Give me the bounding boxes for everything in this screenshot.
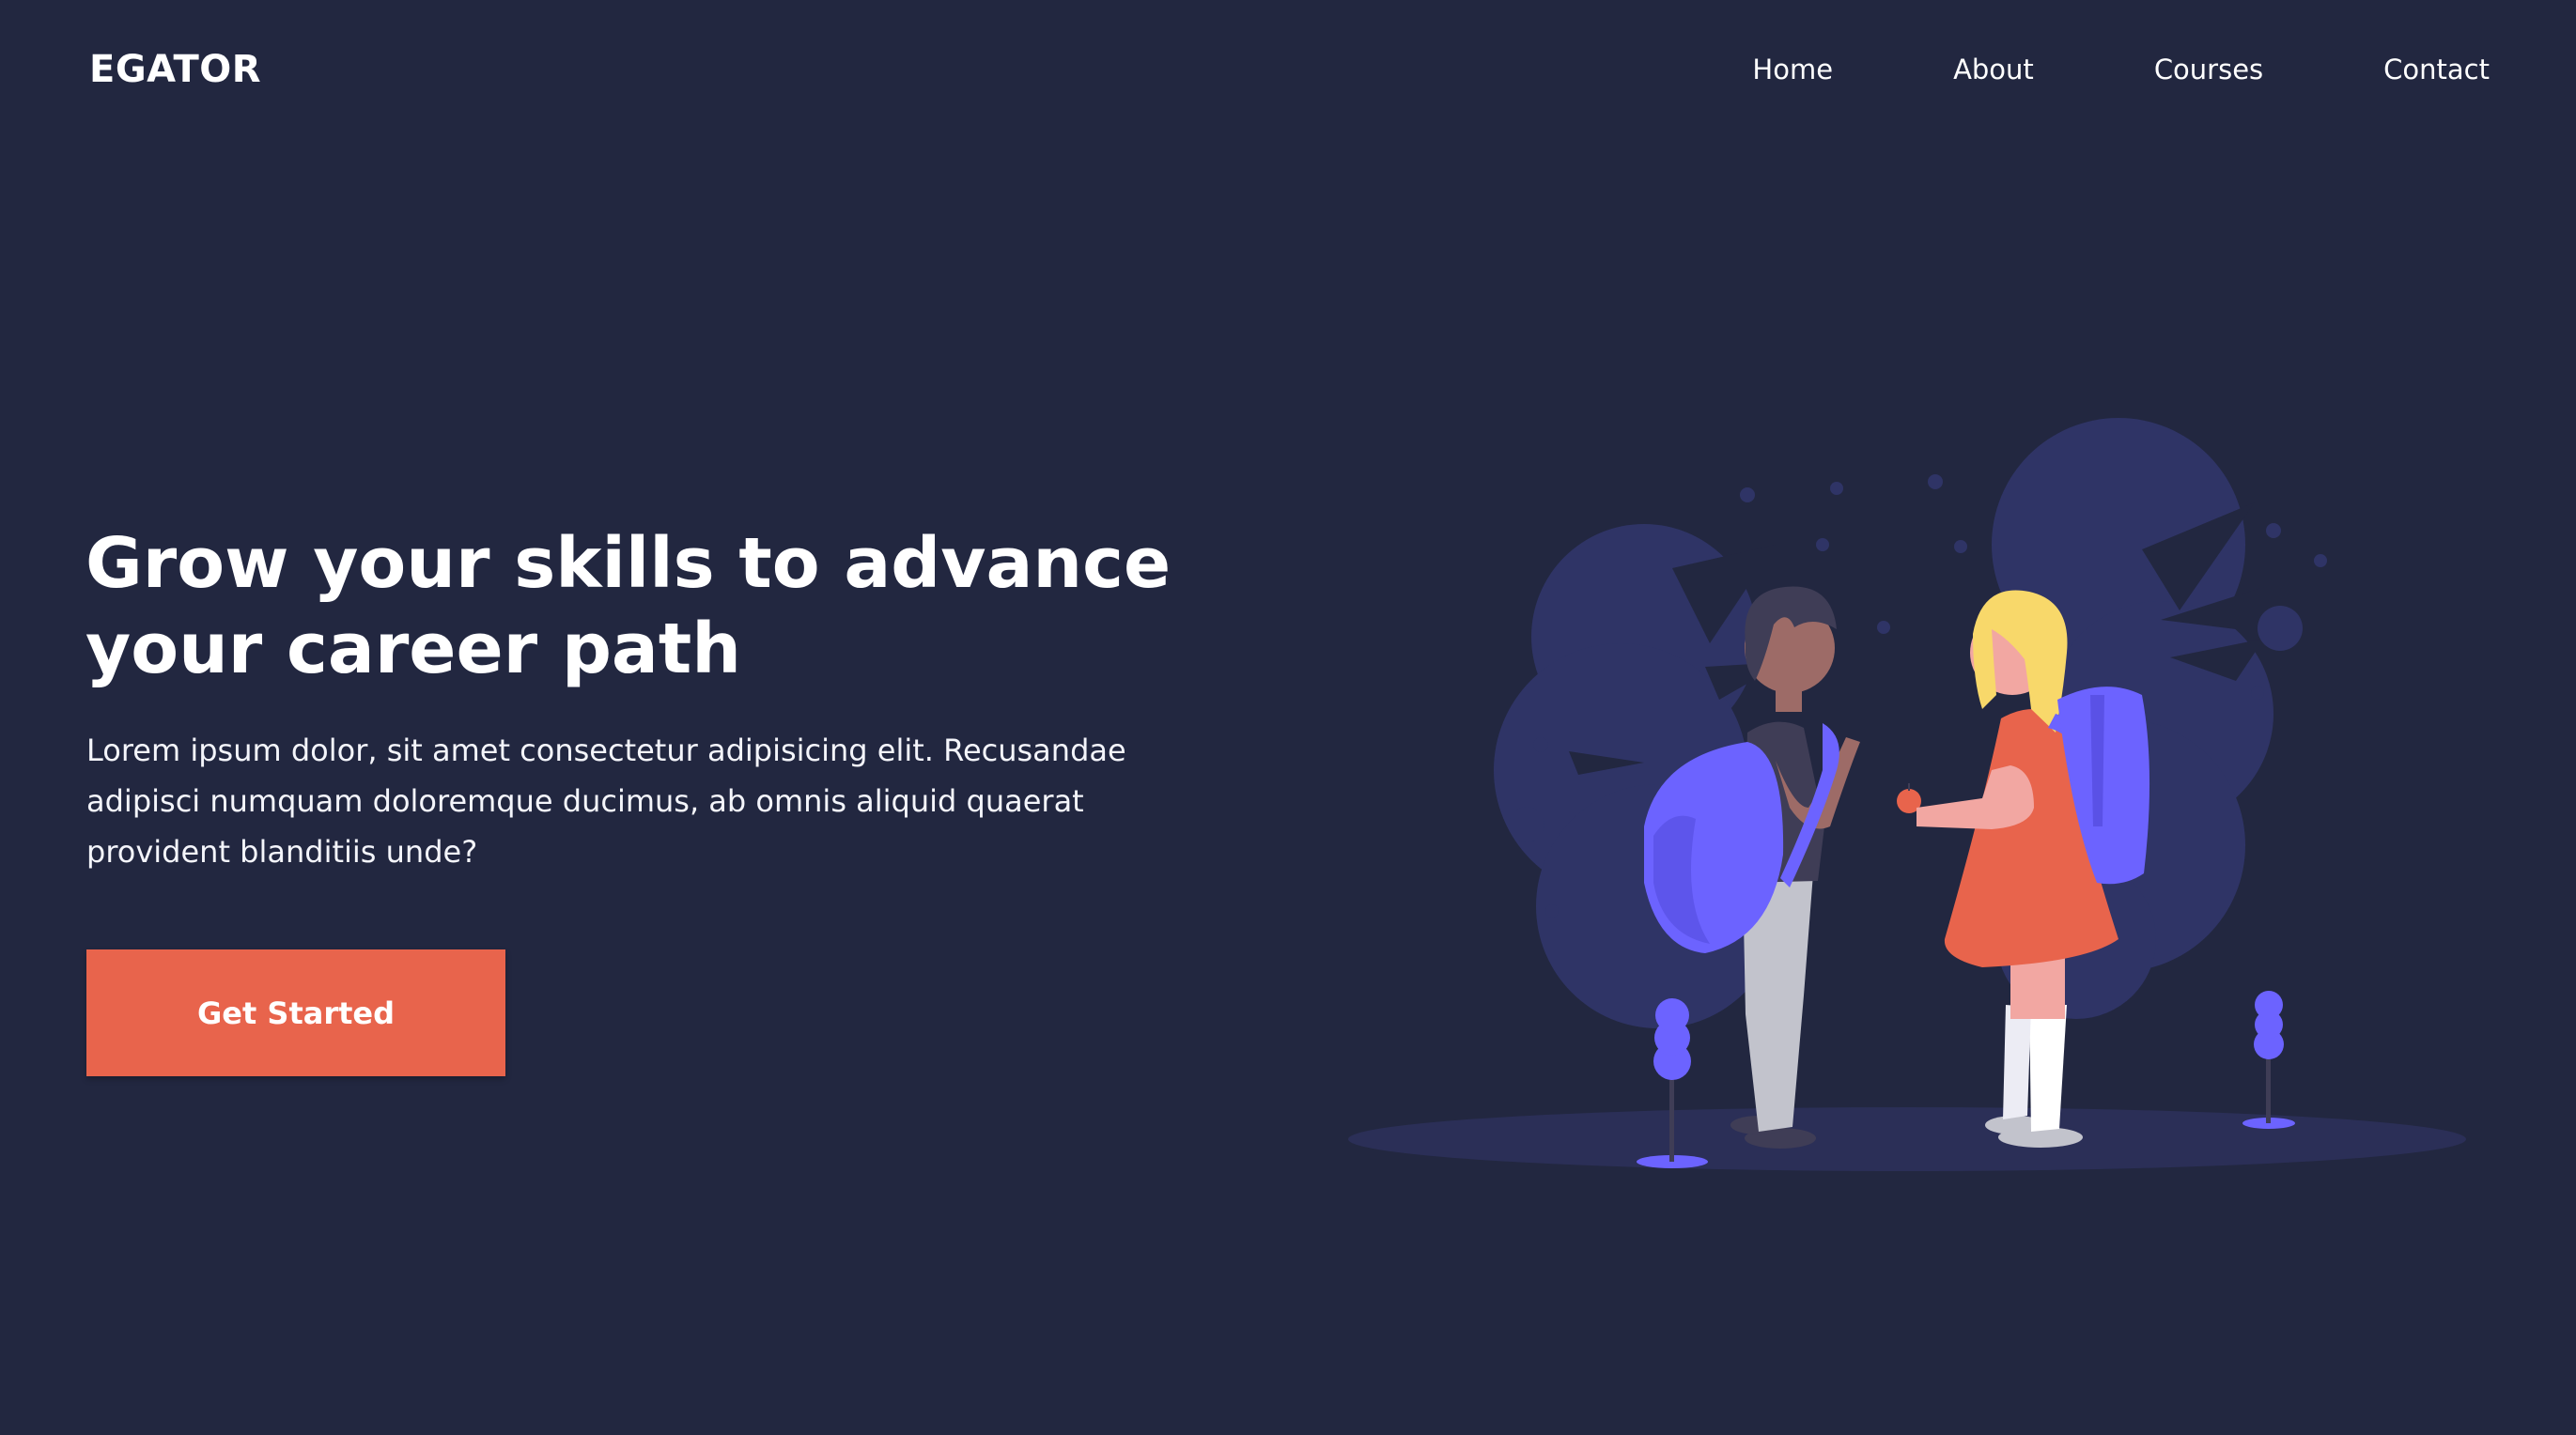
get-started-button[interactable]: Get Started bbox=[86, 949, 505, 1076]
nav-link-courses[interactable]: Courses bbox=[2154, 53, 2263, 86]
nav-link-about[interactable]: About bbox=[1953, 53, 2034, 86]
background-bushes bbox=[1494, 418, 2273, 1028]
hero-description: Lorem ipsum dolor, sit amet consectetur … bbox=[86, 733, 1126, 870]
brand-logo[interactable]: EGATOR bbox=[89, 43, 261, 96]
main-nav: Home About Courses Contact bbox=[1752, 53, 2490, 86]
hero-title: Grow your skills to advance your career … bbox=[85, 523, 1172, 689]
landing-page: EGATOR Home About Courses Contact Grow y… bbox=[0, 0, 2576, 1435]
ground-shadow bbox=[1348, 1107, 2466, 1171]
nav-link-contact[interactable]: Contact bbox=[2383, 53, 2490, 86]
students-illustration bbox=[1348, 418, 2466, 1171]
right-tree bbox=[2242, 991, 2295, 1129]
nav-link-home[interactable]: Home bbox=[1752, 53, 1833, 86]
